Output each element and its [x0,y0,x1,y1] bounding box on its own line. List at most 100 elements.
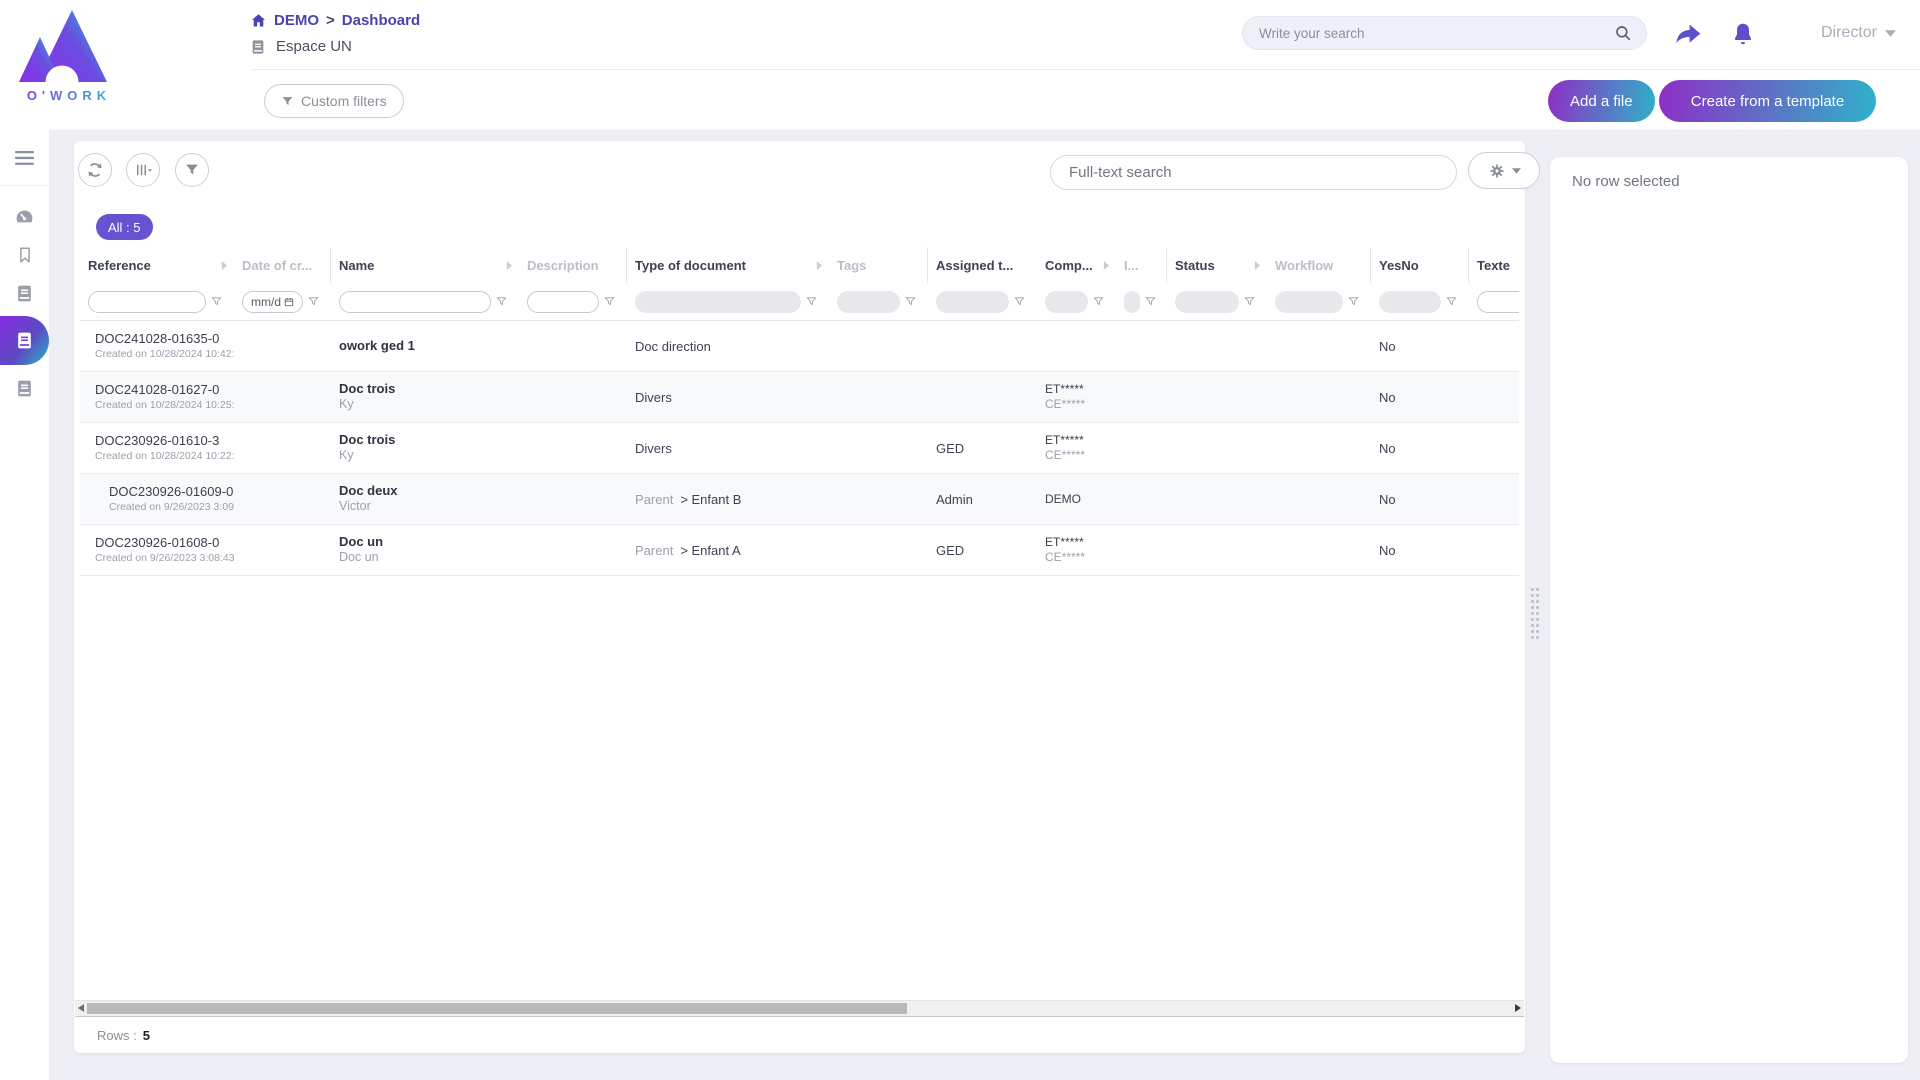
cell-reference: DOC241028-01627-0Created on 10/28/2024 1… [80,382,234,411]
column-header-status[interactable]: Status [1167,247,1267,283]
columns-button[interactable] [126,153,160,187]
table-row[interactable]: DOC230926-01608-0Created on 9/26/2023 3:… [80,525,1519,576]
column-header-reference[interactable]: Reference [80,247,234,283]
table-row[interactable]: DOC241028-01635-0Created on 10/28/2024 1… [80,321,1519,372]
name-text: owork ged 1 [339,338,415,354]
filter-text-input-texte[interactable] [1486,294,1519,310]
cell-reference: DOC230926-01610-3Created on 10/28/2024 1… [80,433,234,462]
refresh-button[interactable] [78,153,112,187]
column-header-company[interactable]: Comp... [1037,247,1116,283]
filter-cell-name [331,283,519,321]
filter-cell-status [1167,283,1267,321]
column-header-i[interactable]: I... [1116,247,1167,283]
breadcrumb-current[interactable]: Dashboard [342,12,420,29]
filter-disabled-status [1175,291,1239,313]
app-logo[interactable]: O'WORK [14,8,124,103]
table-row[interactable]: DOC241028-01627-0Created on 10/28/2024 1… [80,372,1519,423]
filter-funnel-icon[interactable] [1093,296,1104,307]
filter-text-input-description[interactable] [536,294,590,310]
table-row[interactable]: DOC230926-01610-3Created on 10/28/2024 1… [80,423,1519,474]
top-header: O'WORK DEMO > Dashboard Espace UN Custom… [0,0,1920,131]
column-header-workflow[interactable]: Workflow [1267,247,1371,283]
type-value: > Enfant B [680,492,741,507]
column-label-assigned: Assigned t... [936,258,1013,273]
search-icon[interactable] [1614,24,1632,42]
filter-funnel-icon[interactable] [496,296,507,307]
column-header-date[interactable]: Date of cr... [234,247,331,283]
column-header-assigned[interactable]: Assigned t... [928,247,1037,283]
column-label-texte: Texte [1477,258,1510,273]
column-header-texte[interactable]: Texte [1469,247,1519,283]
filter-cell-i [1116,283,1167,321]
name-text: Doc unDoc un [339,534,383,566]
tab-all[interactable]: All : 5 [96,214,153,240]
filter-funnel-icon[interactable] [1446,296,1457,307]
sidebar-item-ged-active[interactable] [0,316,49,365]
column-label-reference: Reference [88,258,151,273]
global-search-input[interactable] [1257,25,1614,42]
cell-reference: DOC230926-01608-0Created on 9/26/2023 3:… [80,535,234,564]
scroll-right-arrow-icon[interactable] [1515,1004,1521,1012]
column-header-tags[interactable]: Tags [829,247,928,283]
reference-text: DOC241028-01635-0Created on 10/28/2024 1… [95,331,234,360]
filter-funnel-icon[interactable] [1244,296,1255,307]
filter-input-reference[interactable] [88,291,206,313]
filter-input-name[interactable] [339,291,491,313]
column-header-type[interactable]: Type of document [627,247,829,283]
sidebar-menu-toggle[interactable] [0,130,49,186]
home-icon[interactable] [250,12,267,29]
table-body: DOC241028-01635-0Created on 10/28/2024 1… [80,321,1519,576]
user-menu[interactable]: Director [1821,24,1896,42]
scrollbar-thumb[interactable] [87,1003,907,1014]
type-value: Divers [635,441,672,456]
filter-input-description[interactable] [527,291,599,313]
filter-funnel-icon[interactable] [905,296,916,307]
journal-icon [250,39,266,55]
filter-input-texte[interactable] [1477,291,1519,313]
filter-text-input-name[interactable] [348,294,482,310]
custom-filters-button[interactable]: Custom filters [264,84,404,118]
filter-cell-description [519,283,627,321]
column-header-description[interactable]: Description [519,247,627,283]
filter-funnel-icon[interactable] [1145,296,1156,307]
create-from-template-button[interactable]: Create from a template [1659,80,1876,122]
notifications-button[interactable] [1726,17,1760,51]
breadcrumb-home[interactable]: DEMO [274,12,319,29]
panel-resize-handle[interactable] [1531,588,1540,640]
table-settings-button[interactable] [1468,152,1540,189]
reference-text: DOC241028-01627-0Created on 10/28/2024 1… [95,382,234,411]
detail-panel: No row selected [1550,157,1908,1063]
filter-text-input-reference[interactable] [97,294,197,310]
scroll-left-arrow-icon[interactable] [78,1004,84,1012]
cell-yesno: No [1371,339,1469,354]
sort-arrow-icon [221,261,228,270]
add-file-button[interactable]: Add a file [1548,80,1655,122]
filter-button[interactable] [175,153,209,187]
cell-company: ET*****CE***** [1037,433,1116,463]
filter-funnel-icon[interactable] [604,296,615,307]
created-timestamp: Created on 9/26/2023 3:08:43 AM [95,552,234,565]
filter-date-date[interactable]: mm/d [242,291,303,313]
share-button[interactable] [1672,17,1706,51]
sidebar-item-archive[interactable] [0,369,49,407]
filter-funnel-icon[interactable] [1014,296,1025,307]
horizontal-scrollbar[interactable] [75,1000,1524,1017]
filter-funnel-icon[interactable] [308,296,319,307]
column-label-workflow: Workflow [1275,258,1333,273]
cell-name: owork ged 1 [331,338,519,354]
cell-company: ET*****CE***** [1037,535,1116,565]
table-row[interactable]: wDOC230926-01609-0Created on 9/26/2023 3… [80,474,1519,525]
column-header-yesno[interactable]: YesNo [1371,247,1469,283]
filter-funnel-icon[interactable] [1348,296,1359,307]
column-header-name[interactable]: Name [331,247,519,283]
filter-funnel-icon[interactable] [211,296,222,307]
sidebar-item-documents[interactable] [0,274,49,312]
sidebar-item-dashboard[interactable] [0,198,49,236]
cell-company: ET*****CE***** [1037,382,1116,412]
reference-value: DOC230926-01608-0 [95,535,234,551]
filter-funnel-icon[interactable] [806,296,817,307]
fulltext-search-input[interactable] [1067,163,1440,182]
bell-icon [1730,21,1756,47]
name-value: Doc trois [339,381,395,397]
sidebar-item-bookmarks[interactable] [0,236,49,274]
